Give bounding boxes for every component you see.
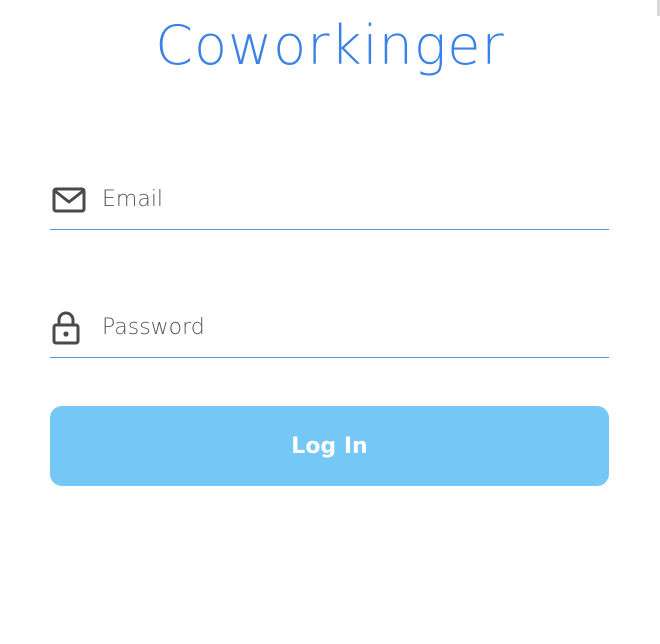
app-title: Coworkinger [155, 14, 505, 77]
login-screen: Coworkinger Log In [0, 0, 660, 644]
login-button[interactable]: Log In [50, 406, 609, 486]
email-input[interactable] [102, 179, 609, 220]
lock-icon [52, 311, 88, 345]
email-field[interactable] [50, 170, 609, 230]
mail-icon [52, 183, 88, 217]
password-field[interactable] [50, 298, 609, 358]
password-input[interactable] [102, 307, 609, 348]
